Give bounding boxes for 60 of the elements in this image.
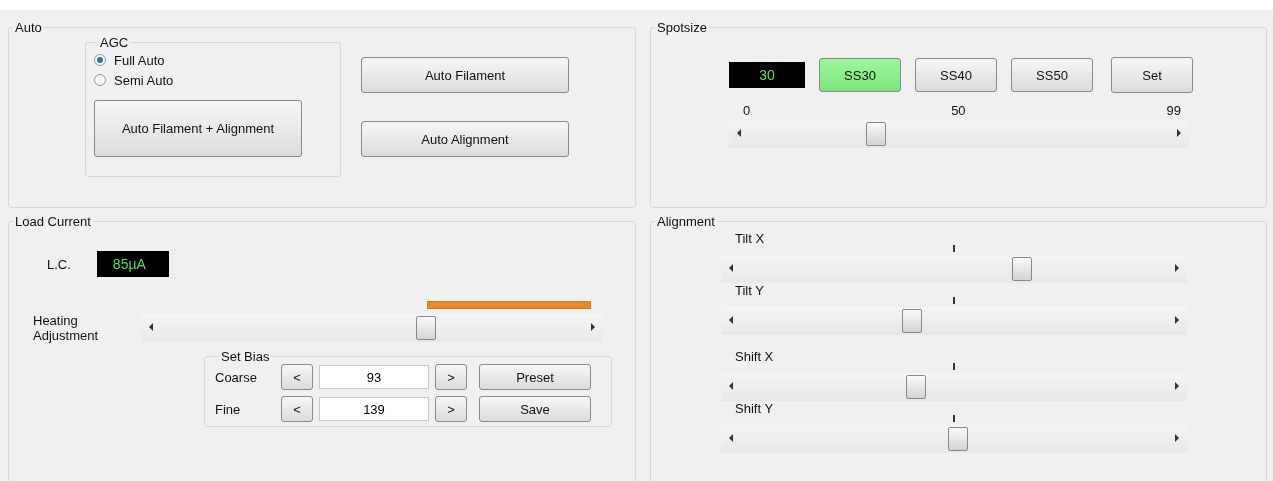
slider-thumb[interactable] <box>416 316 437 340</box>
slider-thumb[interactable] <box>901 309 922 333</box>
left-arrow-icon[interactable] <box>729 264 733 272</box>
slider-thumb[interactable] <box>948 427 969 451</box>
group-title: Auto <box>14 20 43 35</box>
center-tick <box>953 415 955 422</box>
slider-thumb[interactable] <box>1011 257 1032 281</box>
right-arrow-icon[interactable] <box>1175 382 1179 390</box>
bias-field[interactable]: 93 <box>319 365 429 389</box>
increase-button[interactable]: > <box>435 396 467 422</box>
left-arrow-icon[interactable] <box>149 323 153 331</box>
scale-label: 50 <box>951 103 966 118</box>
center-tick <box>953 363 955 370</box>
left-arrow-icon[interactable] <box>737 129 741 137</box>
slider-thumb[interactable] <box>865 122 886 146</box>
scale-label: 0 <box>743 103 751 118</box>
group-title: Set Bias <box>220 349 271 364</box>
left-arrow-icon[interactable] <box>729 434 733 442</box>
spot-size-button[interactable]: SS40 <box>915 58 997 92</box>
radio-icon[interactable] <box>94 74 106 86</box>
right-arrow-icon[interactable] <box>591 323 595 331</box>
group-title: Alignment <box>656 214 716 229</box>
bias-label: Coarse <box>215 369 258 385</box>
center-tick <box>953 297 955 304</box>
slider-label: Tilt Y <box>734 283 765 297</box>
current-display: 85µA <box>96 251 169 277</box>
slider-label: Shift Y <box>734 401 775 415</box>
radio-option[interactable]: Full Auto <box>94 50 332 70</box>
decrease-button[interactable]: < <box>281 396 313 422</box>
left-arrow-icon[interactable] <box>729 316 733 324</box>
radio-option[interactable]: Semi Auto <box>94 70 332 90</box>
slider-label: Shift X <box>734 349 775 363</box>
slider-thumb[interactable] <box>906 375 926 399</box>
group-title: Load Current <box>14 214 92 229</box>
left-arrow-icon[interactable] <box>729 382 733 390</box>
group-title: Spotsize <box>656 20 708 35</box>
spotsize-display: 30 <box>729 62 805 88</box>
right-arrow-icon[interactable] <box>1175 316 1179 324</box>
lc-label: L.C. <box>47 256 71 272</box>
auto-button[interactable]: Auto Alignment <box>361 121 569 157</box>
auto-filament-alignment-button[interactable]: Auto Filament + Alignment <box>94 100 302 157</box>
bias-field[interactable]: 139 <box>319 397 429 421</box>
scale-label: 99 <box>1166 103 1181 118</box>
bias-action-button[interactable]: Save <box>479 396 591 422</box>
auto-button[interactable]: Auto Filament <box>361 57 569 93</box>
right-arrow-icon[interactable] <box>1175 434 1179 442</box>
decrease-button[interactable]: < <box>281 364 313 390</box>
right-arrow-icon[interactable] <box>1175 264 1179 272</box>
heating-label: Heating Adjustment <box>33 313 100 343</box>
slider-label: Tilt X <box>734 231 766 245</box>
increase-button[interactable]: > <box>435 364 467 390</box>
spot-size-button[interactable]: SS50 <box>1011 58 1093 92</box>
bias-label: Fine <box>215 401 242 417</box>
center-tick <box>953 245 955 252</box>
radio-icon[interactable] <box>94 54 106 66</box>
group-title: AGC <box>99 35 130 50</box>
set-button[interactable]: Set <box>1111 57 1193 93</box>
bias-action-button[interactable]: Preset <box>479 364 591 390</box>
spot-size-button[interactable]: SS30 <box>819 58 901 92</box>
right-arrow-icon[interactable] <box>1177 129 1181 137</box>
